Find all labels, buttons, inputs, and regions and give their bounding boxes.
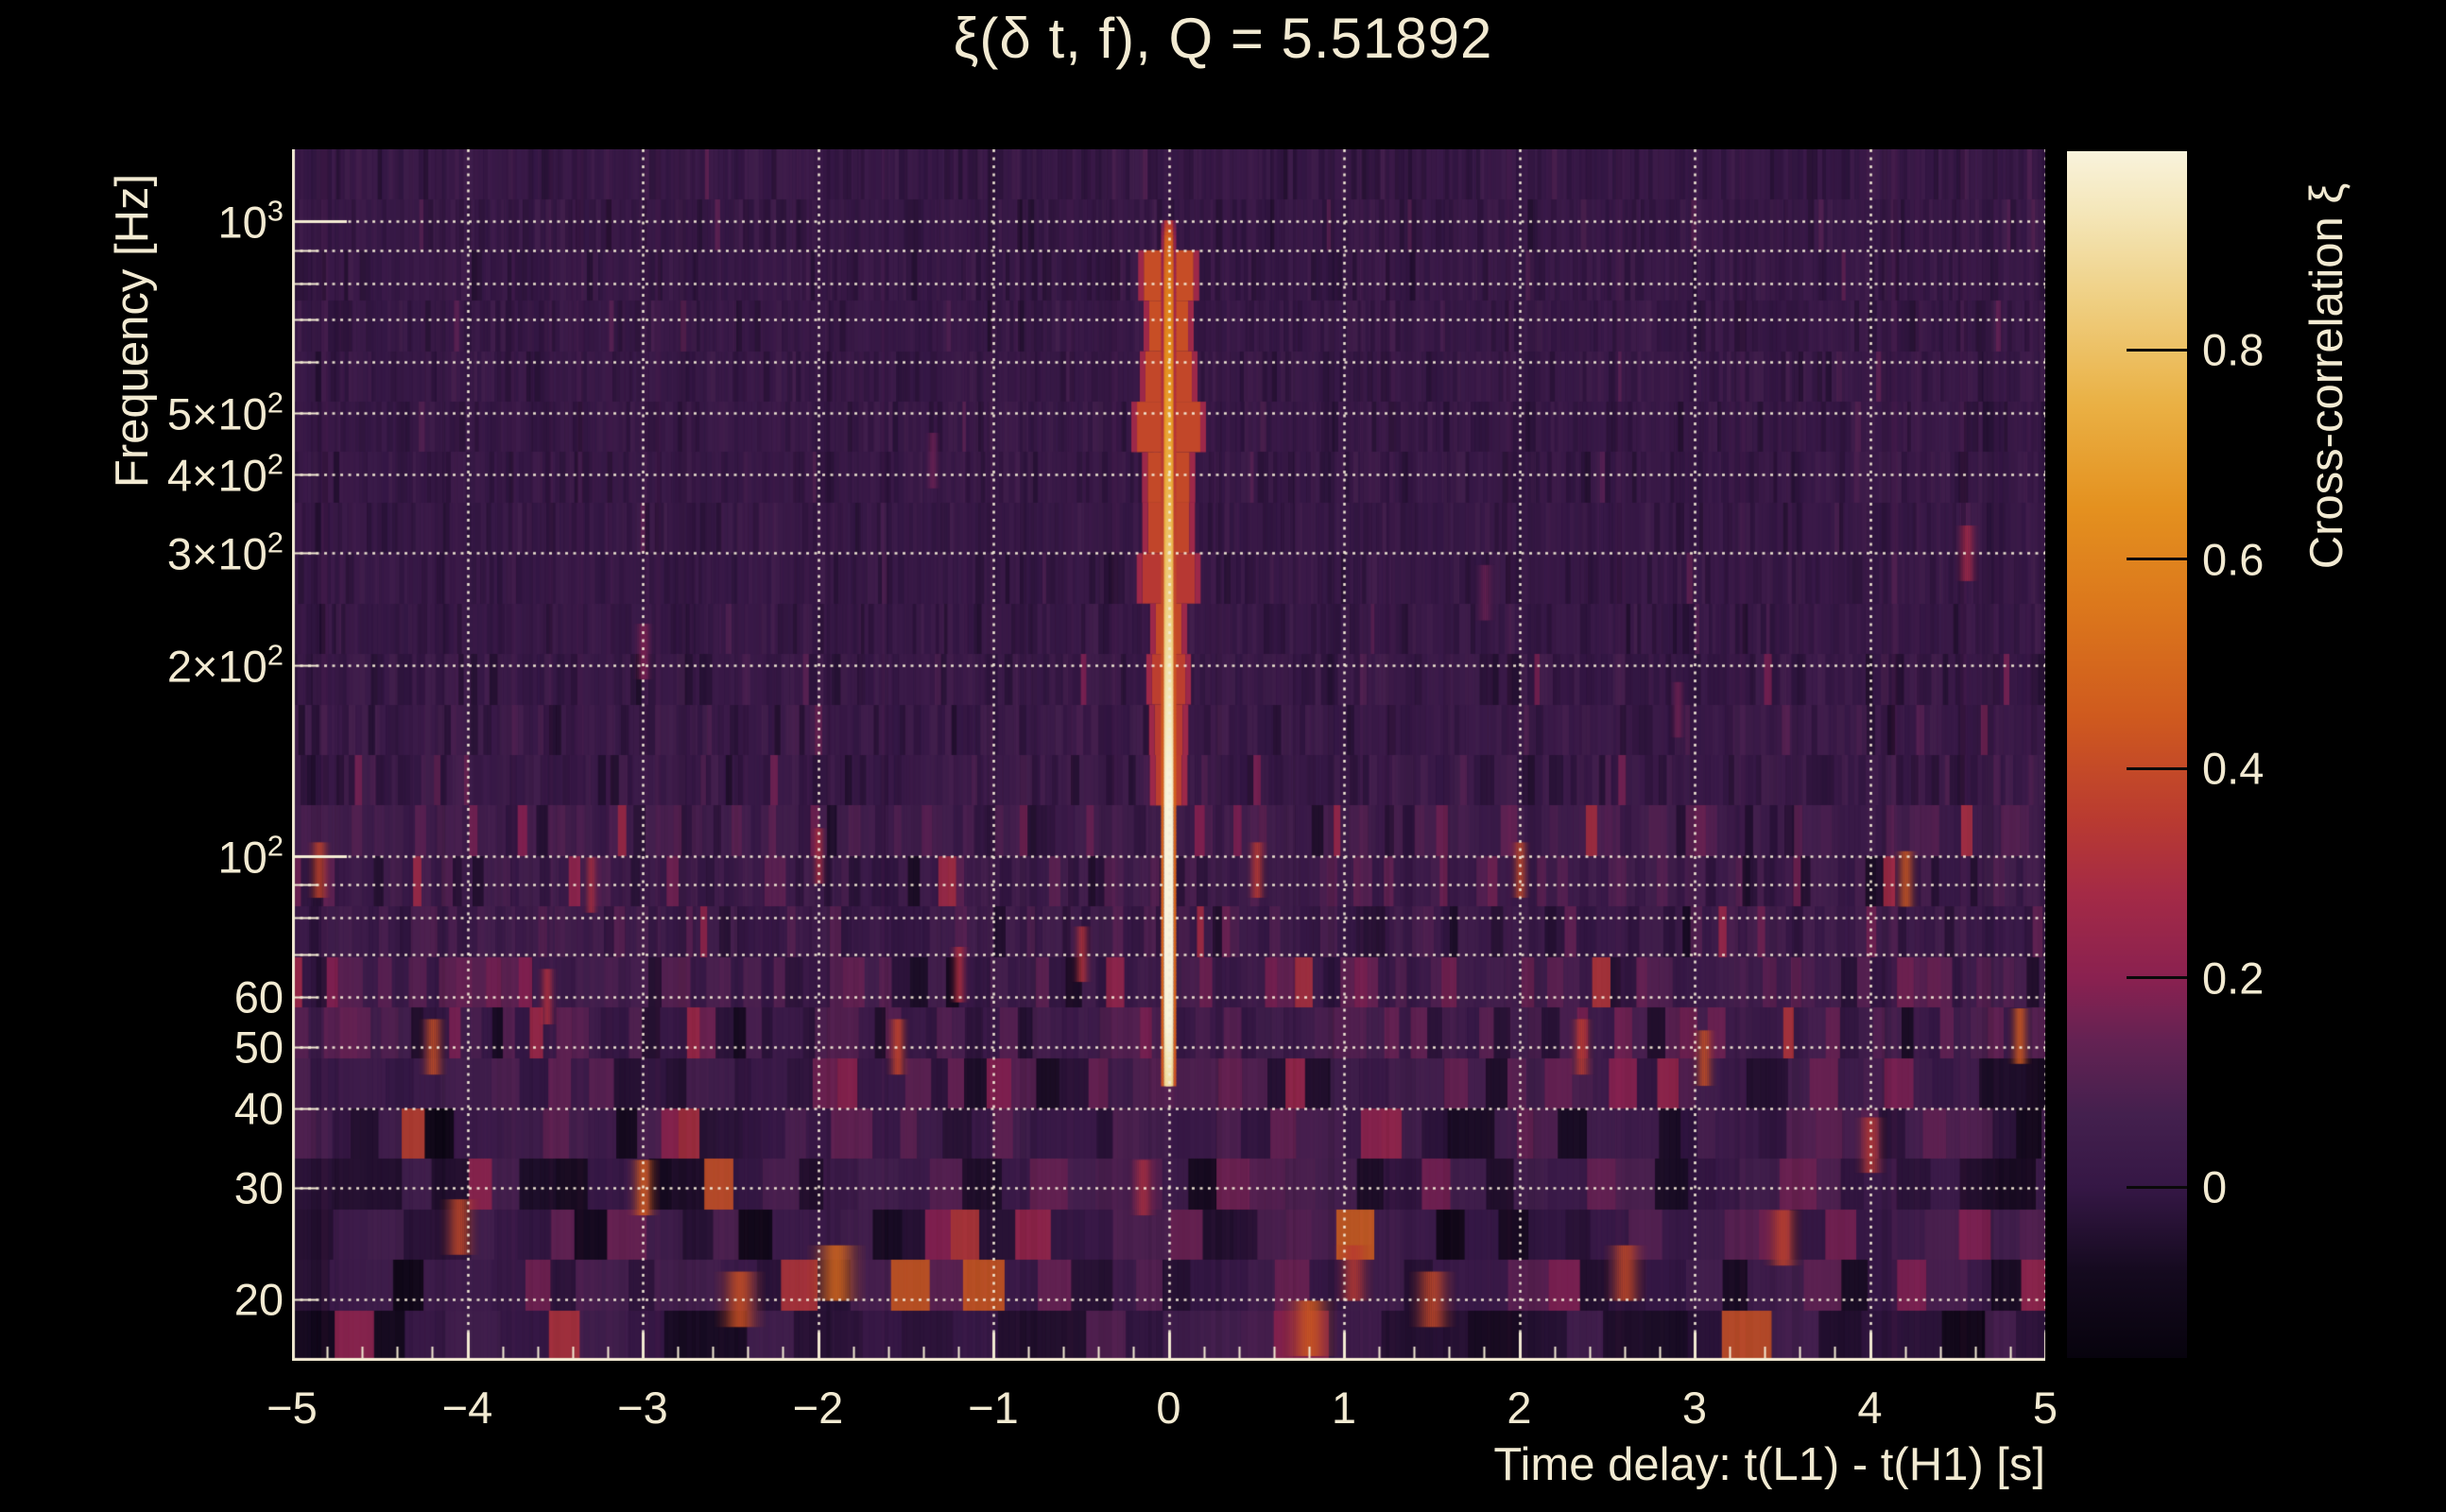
y-tick-label: 103 xyxy=(217,195,284,249)
x-tick-label: 2 xyxy=(1507,1382,1531,1434)
y-tick-label: 50 xyxy=(234,1021,284,1073)
y-tick-label: 20 xyxy=(234,1273,284,1325)
y-tick-label: 102 xyxy=(217,829,284,883)
colorbar-tick-label: 0.2 xyxy=(2202,952,2264,1004)
colorbar-tick-label: 0.6 xyxy=(2202,533,2264,585)
y-tick-label: 5×102 xyxy=(167,386,284,439)
colorbar-tick xyxy=(2127,976,2187,979)
x-tick-label: −2 xyxy=(793,1382,844,1434)
x-tick-label: 0 xyxy=(1156,1382,1180,1434)
colorbar-tick-label: 0.4 xyxy=(2202,743,2264,795)
x-tick-label: 3 xyxy=(1682,1382,1707,1434)
chart-title: ξ(δ t, f), Q = 5.51892 xyxy=(0,6,2446,71)
x-tick-label: 5 xyxy=(2033,1382,2058,1434)
y-tick-label: 30 xyxy=(234,1161,284,1213)
colorbar-gradient xyxy=(2067,151,2187,1358)
y-tick-label: 2×102 xyxy=(167,638,284,692)
colorbar-title: Cross-correlation ξ xyxy=(2300,183,2353,570)
x-tick-label: 4 xyxy=(1857,1382,1882,1434)
heatmap-canvas xyxy=(292,149,2045,1361)
colorbar-tick-label: 0.8 xyxy=(2202,324,2264,376)
x-tick-label: −4 xyxy=(442,1382,493,1434)
x-axis-title: Time delay: t(L1) - t(H1) [s] xyxy=(1493,1438,2045,1491)
x-tick-label: −1 xyxy=(968,1382,1019,1434)
colorbar-tick xyxy=(2127,349,2187,352)
x-tick-label: 1 xyxy=(1332,1382,1356,1434)
x-tick-label: −3 xyxy=(617,1382,668,1434)
y-tick-label: 3×102 xyxy=(167,526,284,580)
colorbar-tick xyxy=(2127,1186,2187,1189)
y-axis-title: Frequency [Hz] xyxy=(106,174,159,488)
colorbar-tick xyxy=(2127,558,2187,560)
colorbar-tick-label: 0 xyxy=(2202,1161,2227,1213)
colorbar-tick xyxy=(2127,767,2187,770)
y-tick-label: 60 xyxy=(234,971,284,1022)
cross-correlation-plot: ξ(δ t, f), Q = 5.51892 Frequency [Hz] Ti… xyxy=(0,0,2446,1512)
y-tick-label: 40 xyxy=(234,1082,284,1134)
y-tick-label: 4×102 xyxy=(167,447,284,501)
x-tick-label: −5 xyxy=(267,1382,318,1434)
